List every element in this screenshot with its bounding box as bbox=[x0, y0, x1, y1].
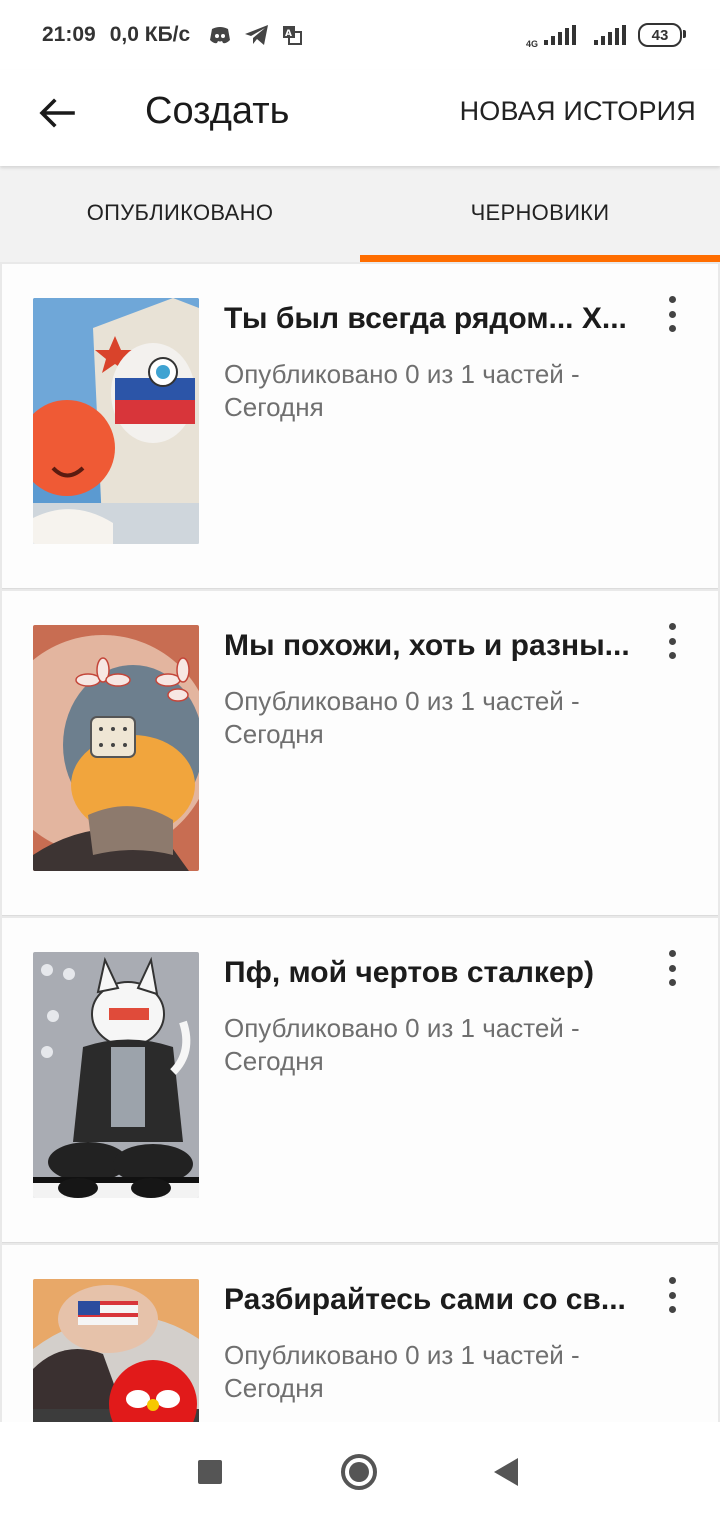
battery-level: 43 bbox=[651, 26, 669, 44]
story-title: Разбирайтесь сами со св... bbox=[224, 1283, 626, 1316]
network-type: 4G bbox=[525, 39, 538, 49]
app-toolbar: Создать НОВАЯ ИСТОРИЯ bbox=[0, 70, 720, 166]
story-meta: Опубликовано 0 из 1 частей - Сегодня bbox=[224, 359, 580, 422]
story-cover[interactable] bbox=[33, 625, 199, 871]
battery-icon: 43 bbox=[638, 23, 686, 47]
back-button[interactable] bbox=[36, 92, 78, 134]
new-story-button[interactable]: НОВАЯ ИСТОРИЯ bbox=[460, 96, 696, 127]
system-nav-bar bbox=[0, 1422, 720, 1520]
story-meta: Опубликовано 0 из 1 частей - Сегодня bbox=[224, 686, 580, 749]
status-bar: 21:09 0,0 КБ/с A 4G 43 bbox=[0, 0, 720, 70]
more-options-icon[interactable] bbox=[660, 296, 684, 332]
arrow-left-icon bbox=[39, 98, 75, 128]
story-title: Пф, мой чертов сталкер) bbox=[224, 956, 594, 989]
story-cover[interactable] bbox=[33, 1279, 199, 1422]
status-time: 21:09 bbox=[42, 23, 96, 46]
story-card[interactable]: Мы похожи, хоть и разны... Опубликовано … bbox=[2, 591, 718, 916]
more-options-icon[interactable] bbox=[660, 1277, 684, 1313]
discord-icon bbox=[210, 27, 231, 44]
story-card[interactable]: Ты был всегда рядом... Х... Опубликовано… bbox=[2, 264, 718, 589]
status-speed: 0,0 КБ/с bbox=[109, 23, 191, 46]
tab-bar: ОПУБЛИКОВАНО ЧЕРНОВИКИ bbox=[0, 166, 720, 262]
story-card[interactable]: Разбирайтесь сами со св... Опубликовано … bbox=[2, 1245, 718, 1422]
more-options-icon[interactable] bbox=[660, 623, 684, 659]
recent-apps-icon[interactable] bbox=[198, 1460, 222, 1484]
story-list: Ты был всегда рядом... Х... Опубликовано… bbox=[0, 262, 720, 1422]
telegram-icon bbox=[245, 25, 269, 45]
story-title: Мы похожи, хоть и разны... bbox=[224, 629, 630, 662]
signal-icon-2 bbox=[594, 25, 626, 45]
tab-published[interactable]: ОПУБЛИКОВАНО bbox=[0, 166, 360, 262]
home-icon[interactable] bbox=[341, 1454, 377, 1490]
story-meta: Опубликовано 0 из 1 частей - Сегодня bbox=[224, 1340, 580, 1403]
tab-drafts[interactable]: ЧЕРНОВИКИ bbox=[360, 166, 720, 262]
back-triangle-icon[interactable] bbox=[494, 1458, 518, 1486]
story-meta: Опубликовано 0 из 1 частей - Сегодня bbox=[224, 1013, 580, 1076]
story-title: Ты был всегда рядом... Х... bbox=[224, 302, 627, 335]
story-cover[interactable] bbox=[33, 298, 199, 544]
more-options-icon[interactable] bbox=[660, 950, 684, 986]
svg-text:A: A bbox=[285, 29, 292, 39]
page-title: Создать bbox=[145, 90, 290, 132]
story-cover[interactable] bbox=[33, 952, 199, 1198]
story-card[interactable]: Пф, мой чертов сталкер) Опубликовано 0 и… bbox=[2, 918, 718, 1243]
signal-icon bbox=[544, 25, 576, 45]
translate-icon: A bbox=[283, 26, 303, 45]
screen: 21:09 0,0 КБ/с A 4G 43 Создать НОВАЯ ИСТ… bbox=[0, 0, 720, 1520]
